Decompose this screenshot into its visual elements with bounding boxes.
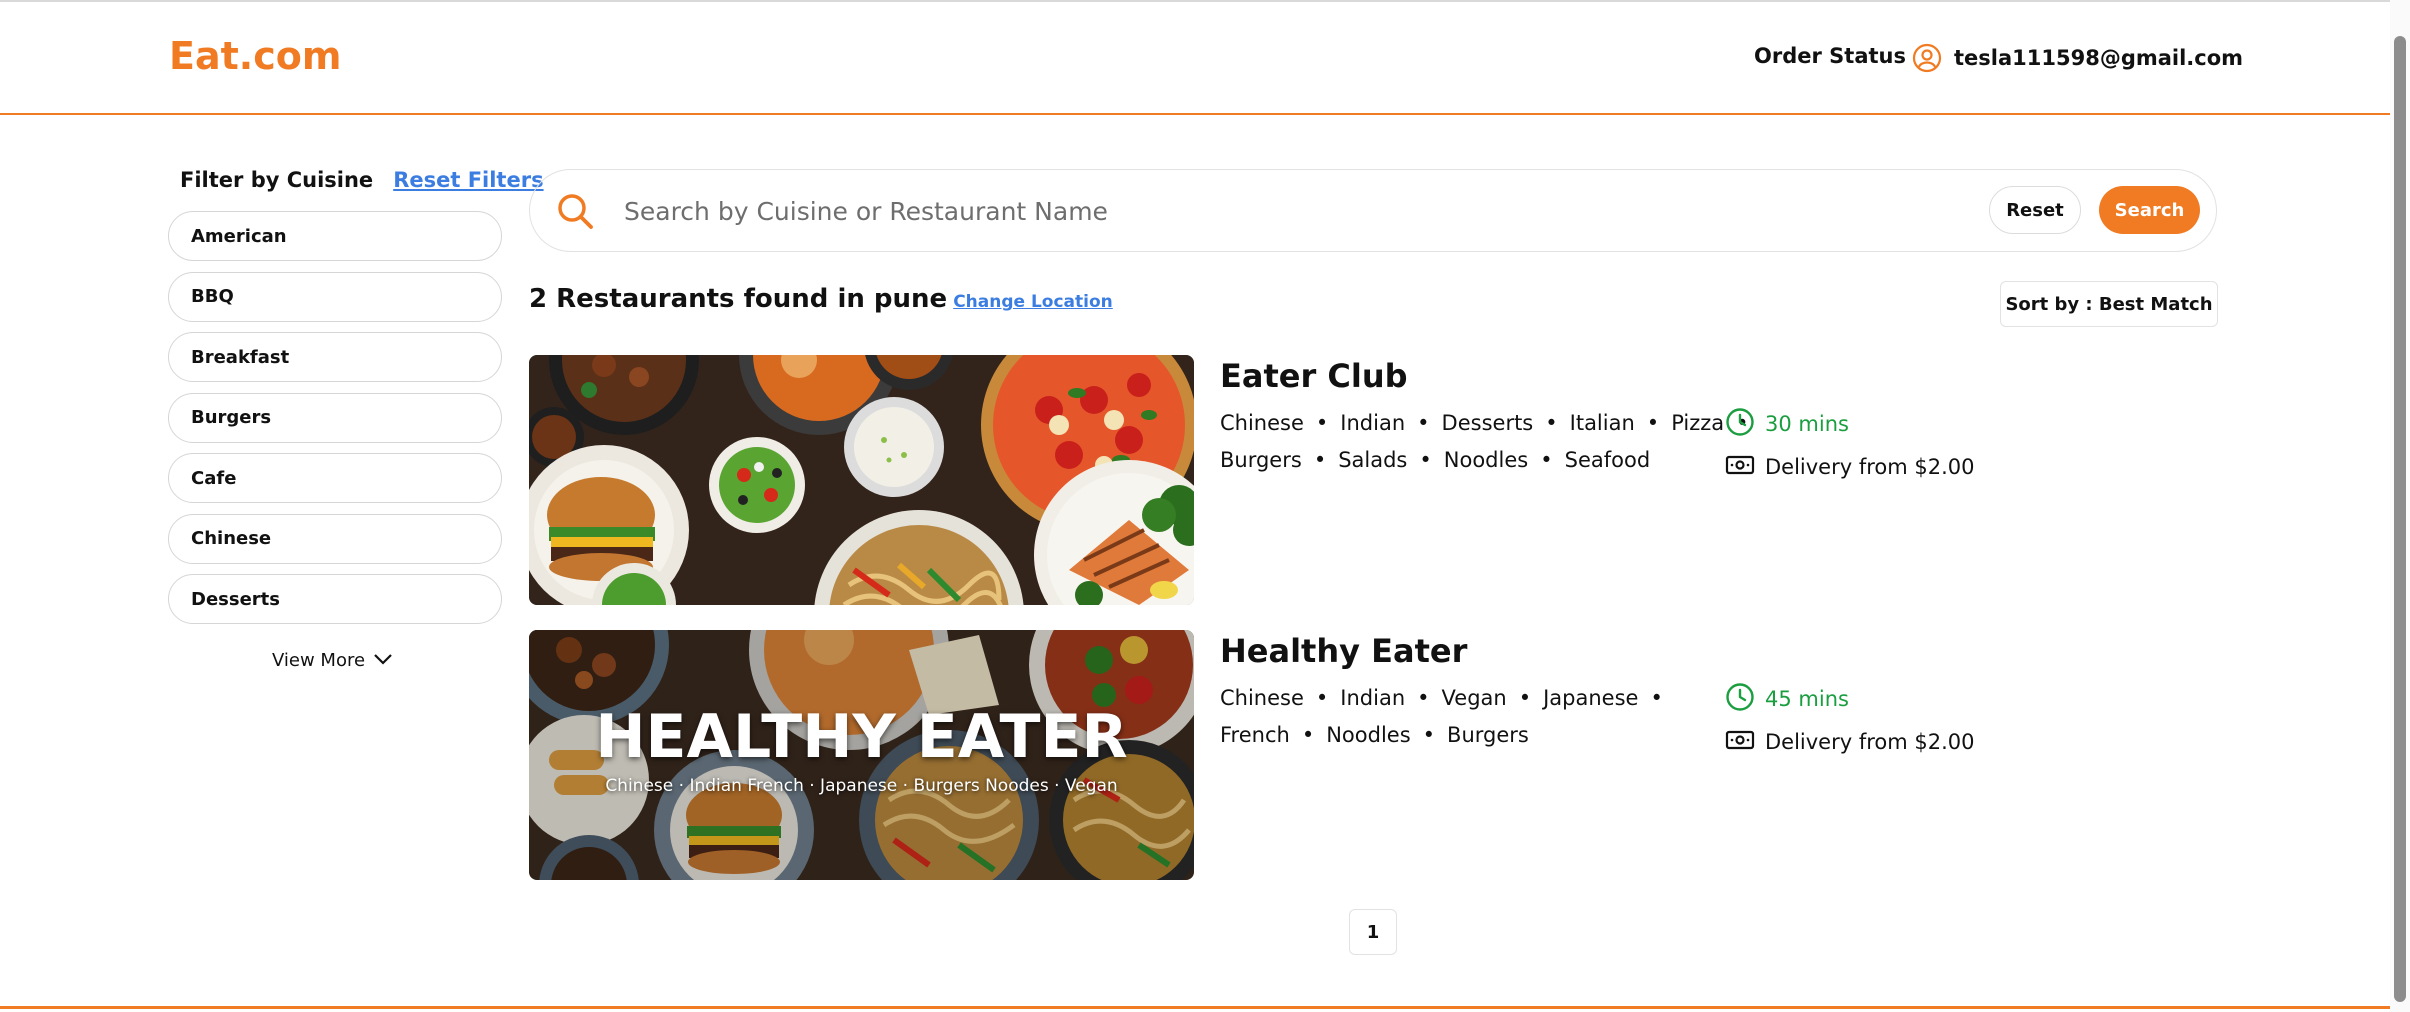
search-button[interactable]: Search bbox=[2099, 186, 2200, 234]
clock-icon bbox=[1725, 682, 1755, 717]
cuisine-filter-desserts[interactable]: Desserts bbox=[168, 574, 502, 624]
delivery-time: 45 mins bbox=[1725, 682, 1975, 716]
cuisine-tag: Japanese bbox=[1543, 686, 1639, 710]
image-overlay-subtitle: Chinese · Indian French · Japanese · Bur… bbox=[605, 776, 1118, 796]
restaurant-name[interactable]: Eater Club bbox=[1220, 357, 1408, 395]
results-count-title: 2 Restaurants found in pune bbox=[529, 284, 948, 314]
scrollbar-thumb[interactable] bbox=[2394, 36, 2406, 1002]
cuisine-tag: Pizza bbox=[1671, 411, 1725, 435]
user-menu[interactable]: tesla111598@gmail.com bbox=[1912, 40, 2243, 76]
user-email: tesla111598@gmail.com bbox=[1954, 46, 2244, 70]
search-bar: Reset Search bbox=[529, 169, 2217, 252]
cuisine-tag: Vegan bbox=[1441, 686, 1507, 710]
results-header: 2 Restaurants found in pune Change Locat… bbox=[529, 284, 1113, 314]
delivery-fee: Delivery from $2.00 bbox=[1725, 725, 1975, 759]
delivery-time: 30 mins bbox=[1725, 407, 1975, 441]
cuisine-tag: Chinese bbox=[1220, 686, 1304, 710]
footer-divider bbox=[0, 1006, 2390, 1012]
cuisine-tag: Noodles bbox=[1326, 723, 1411, 747]
cash-icon bbox=[1725, 454, 1755, 481]
restaurant-cuisines: Chinese • Indian • Desserts • Italian • Pizza • B… bbox=[1220, 411, 1749, 472]
cuisine-tag: Chinese bbox=[1220, 411, 1304, 435]
restaurant-meta: 45 mins Delivery from $2.00 bbox=[1725, 682, 1975, 759]
delivery-time-value: 30 mins bbox=[1765, 412, 1849, 436]
change-location-link[interactable]: Change Location bbox=[953, 292, 1113, 312]
clock-icon bbox=[1725, 407, 1755, 442]
restaurant-name[interactable]: Healthy Eater bbox=[1220, 632, 1467, 670]
cuisine-tag: Burgers bbox=[1447, 723, 1529, 747]
cuisine-tag: Italian bbox=[1569, 411, 1635, 435]
cuisine-filter-cafe[interactable]: Cafe bbox=[168, 453, 502, 503]
view-more-button[interactable]: View More bbox=[272, 650, 393, 671]
top-header: Eat.com Order Status tesla111598@gmail.c… bbox=[0, 0, 2390, 115]
chevron-down-icon bbox=[373, 650, 393, 671]
reset-filters-link[interactable]: Reset Filters bbox=[393, 168, 543, 192]
cash-icon bbox=[1725, 729, 1755, 756]
cuisine-tag: Indian bbox=[1340, 411, 1406, 435]
sort-dropdown[interactable]: Sort by : Best Match bbox=[2000, 281, 2218, 327]
image-overlay-title: HEALTHY EATER bbox=[595, 702, 1128, 772]
cuisine-tag: Noodles bbox=[1443, 448, 1529, 472]
restaurant-image[interactable]: HEALTHY EATER Chinese · Indian French · … bbox=[529, 630, 1194, 880]
cuisine-tag: Burgers bbox=[1220, 448, 1302, 472]
cuisine-filter-breakfast[interactable]: Breakfast bbox=[168, 332, 502, 382]
cuisine-filter-bbq[interactable]: BBQ bbox=[168, 271, 502, 322]
filter-header: Filter by Cuisine Reset Filters bbox=[180, 168, 544, 192]
pagination-page-1[interactable]: 1 bbox=[1349, 909, 1397, 955]
delivery-fee-value: Delivery from $2.00 bbox=[1765, 730, 1975, 754]
cuisine-filter-american[interactable]: American bbox=[168, 211, 502, 261]
site-logo[interactable]: Eat.com bbox=[169, 34, 341, 78]
filter-title: Filter by Cuisine bbox=[180, 168, 374, 192]
cuisine-tag: Salads bbox=[1338, 448, 1408, 472]
cuisine-tag: French bbox=[1220, 723, 1290, 747]
search-input[interactable] bbox=[624, 188, 1894, 234]
cuisine-filter-list: American BBQ Breakfast Burgers Cafe Chin… bbox=[168, 211, 502, 635]
cuisine-tag: Indian bbox=[1340, 686, 1406, 710]
order-status-link[interactable]: Order Status bbox=[1754, 44, 1906, 68]
view-more-label: View More bbox=[272, 650, 366, 671]
user-circle-icon bbox=[1912, 43, 1942, 73]
cuisine-tag: Seafood bbox=[1564, 448, 1651, 472]
cuisine-filter-chinese[interactable]: Chinese bbox=[168, 513, 502, 564]
restaurant-image[interactable] bbox=[529, 355, 1194, 605]
page-scrollbar[interactable] bbox=[2390, 0, 2410, 1012]
restaurant-card[interactable]: Eater Club Chinese • Indian • Desserts • Itali… bbox=[529, 355, 2219, 605]
cuisine-tag: Desserts bbox=[1441, 411, 1534, 435]
delivery-time-value: 45 mins bbox=[1765, 687, 1849, 711]
restaurant-card[interactable]: HEALTHY EATER Chinese · Indian French · … bbox=[529, 630, 2219, 880]
search-icon bbox=[554, 190, 596, 232]
restaurant-meta: 30 mins Delivery from $2.00 bbox=[1725, 407, 1975, 484]
restaurant-cuisines: Chinese • Indian • Vegan • Japanese • French • No… bbox=[1220, 686, 1663, 747]
delivery-fee: Delivery from $2.00 bbox=[1725, 450, 1975, 484]
delivery-fee-value: Delivery from $2.00 bbox=[1765, 455, 1975, 479]
reset-search-button[interactable]: Reset bbox=[1989, 186, 2081, 234]
cuisine-filter-burgers[interactable]: Burgers bbox=[168, 392, 502, 443]
